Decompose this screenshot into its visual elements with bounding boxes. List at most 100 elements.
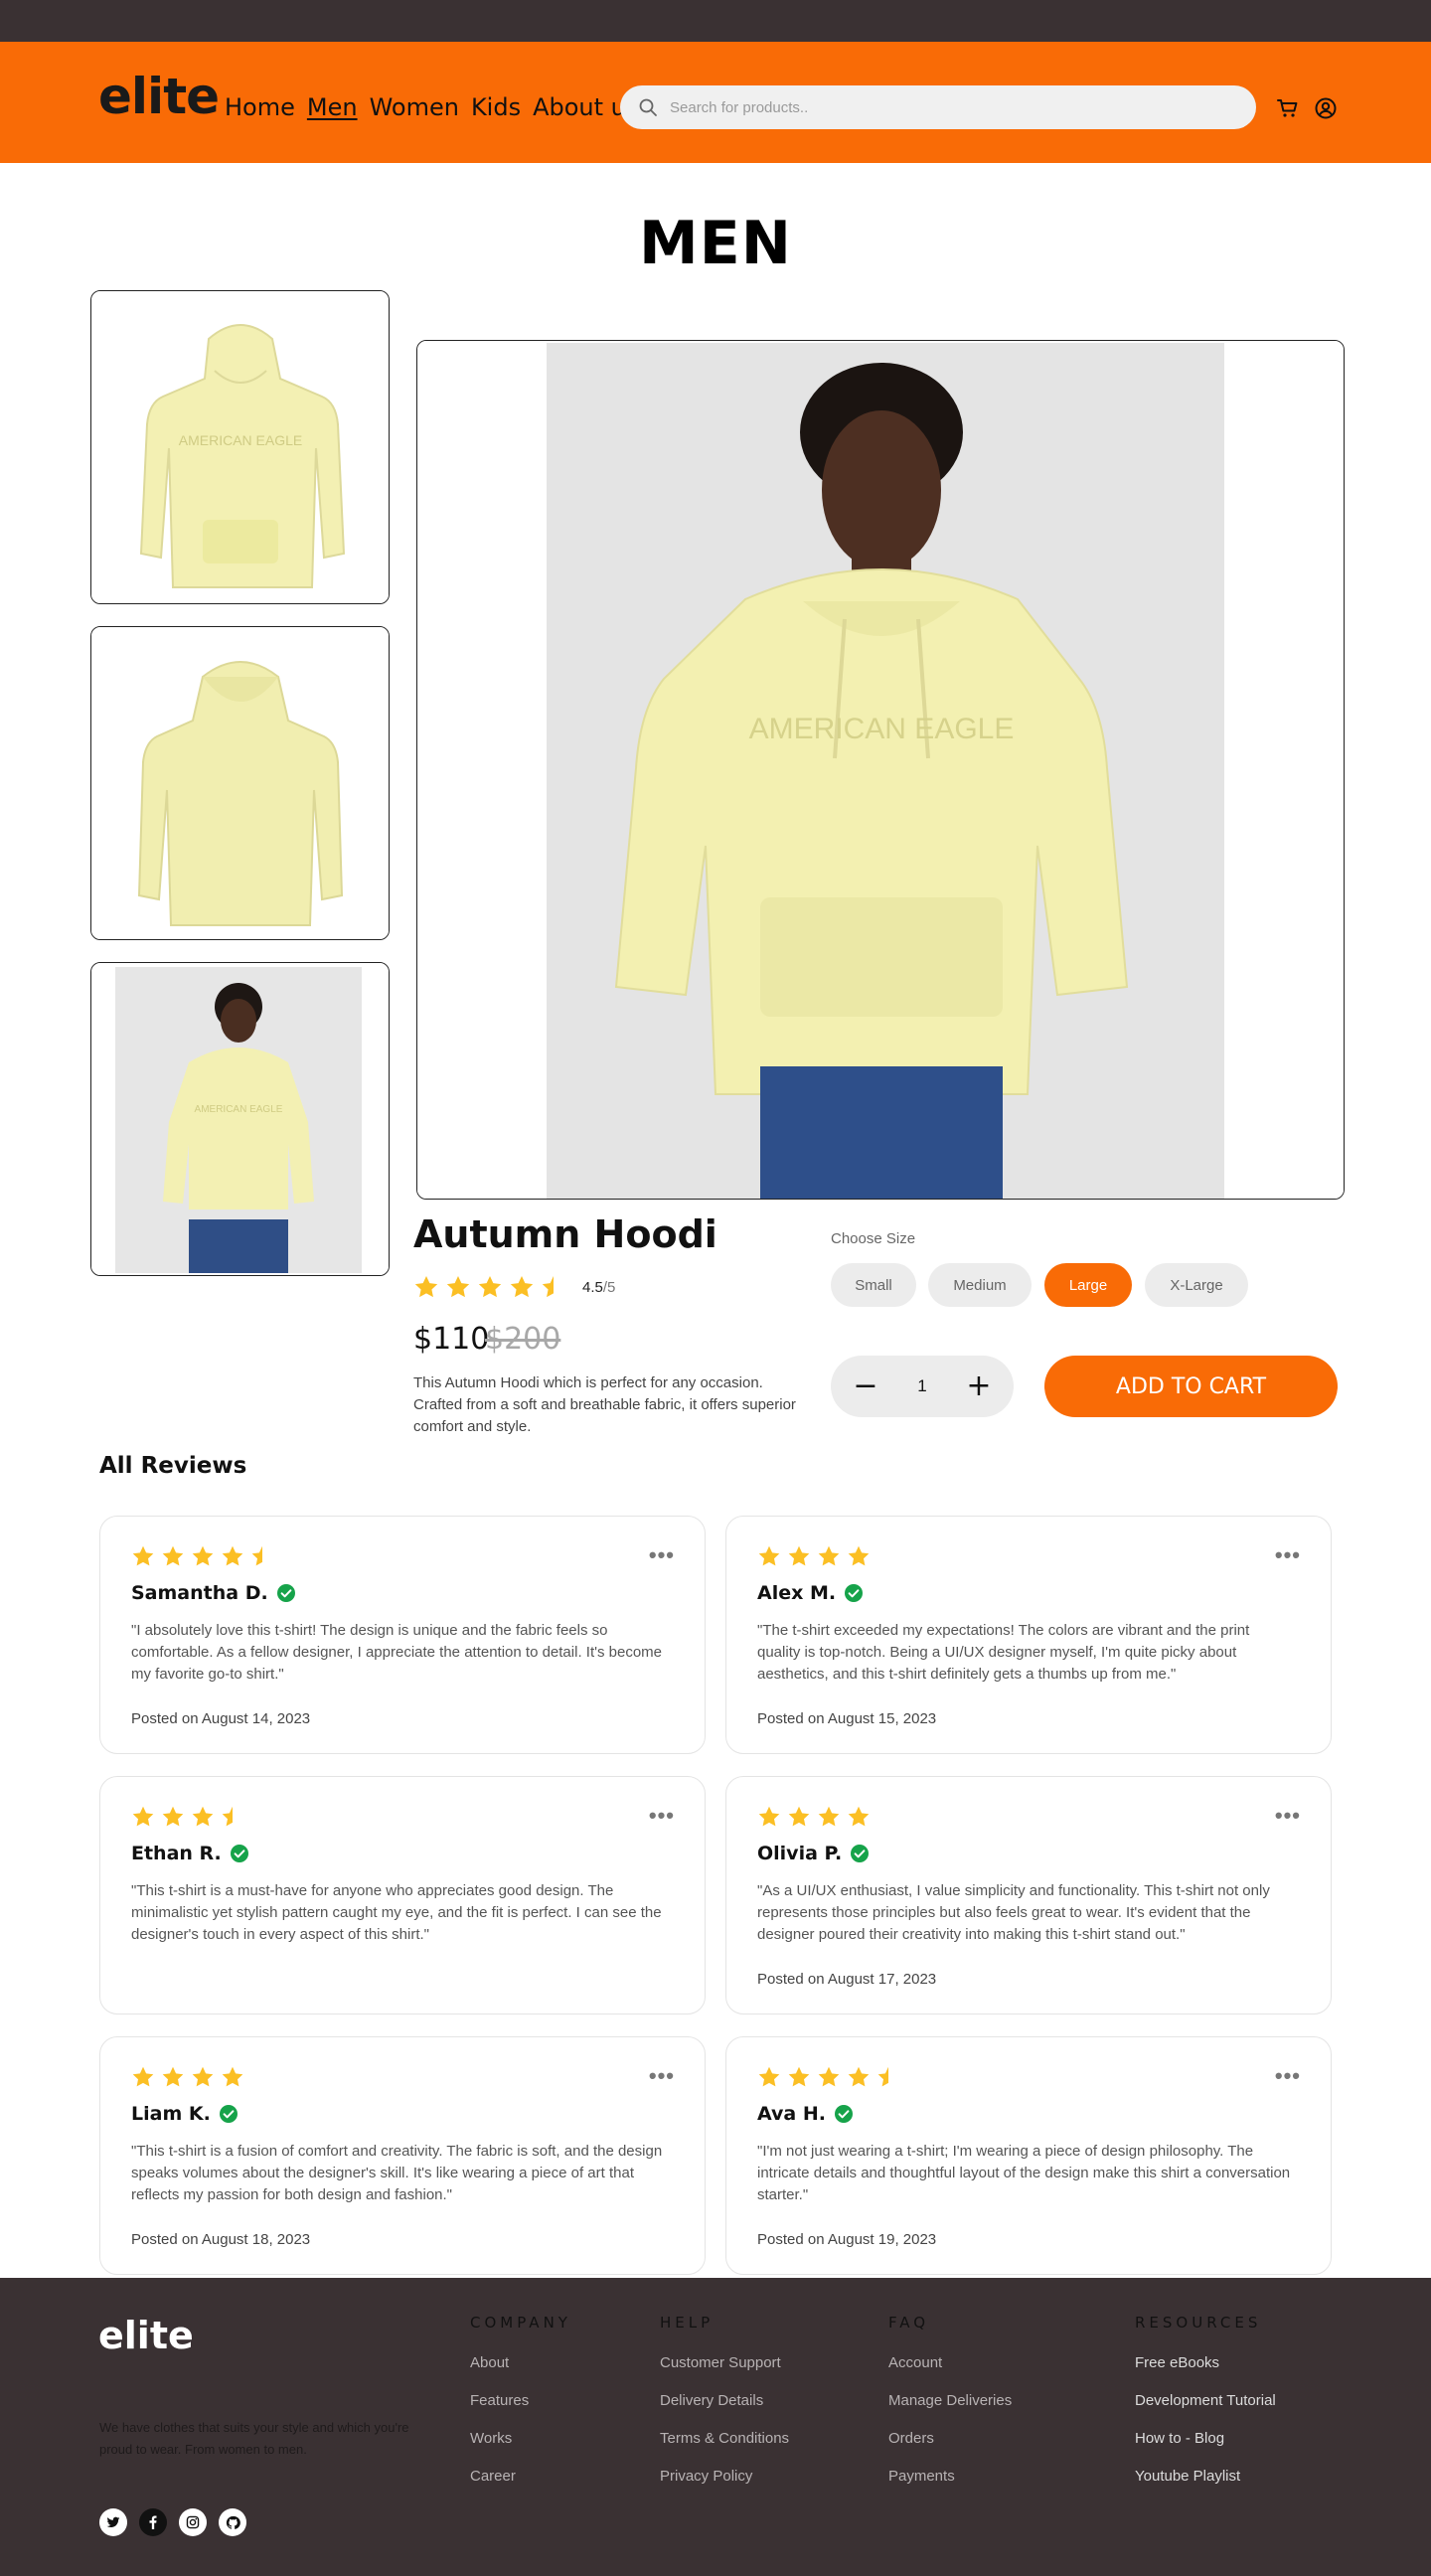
verified-icon xyxy=(219,2105,238,2123)
page-title: MEN xyxy=(639,209,792,278)
thumbnail-front[interactable]: AMERICAN EAGLE xyxy=(90,290,390,604)
footer-link[interactable]: Delivery Details xyxy=(660,2391,789,2411)
size-large-button[interactable]: Large xyxy=(1044,1263,1132,1307)
star-icon xyxy=(192,1806,214,1827)
more-options-icon[interactable]: ••• xyxy=(1275,1803,1301,1829)
footer-col-help: HELP Customer Support Delivery Details T… xyxy=(660,2314,789,2504)
increase-quantity-button[interactable]: + xyxy=(964,1371,994,1401)
more-options-icon[interactable]: ••• xyxy=(649,2063,675,2089)
star-icon xyxy=(788,1545,810,1566)
nav-men[interactable]: Men xyxy=(307,93,358,122)
star-icon xyxy=(414,1275,438,1298)
cart-icon[interactable] xyxy=(1276,96,1300,120)
footer-link[interactable]: Features xyxy=(470,2391,571,2411)
footer-link[interactable]: Manage Deliveries xyxy=(888,2391,1012,2411)
main-product-image: AMERICAN EAGLE xyxy=(416,340,1345,1200)
footer-link[interactable]: Free eBooks xyxy=(1135,2353,1276,2373)
top-bar xyxy=(0,0,1431,42)
half-star-icon xyxy=(222,1806,233,1827)
nav-home[interactable]: Home xyxy=(225,93,295,122)
footer-link[interactable]: Youtube Playlist xyxy=(1135,2467,1276,2487)
product-old-price: $200 xyxy=(485,1322,561,1357)
star-icon xyxy=(192,2066,214,2087)
more-options-icon[interactable]: ••• xyxy=(649,1803,675,1829)
more-options-icon[interactable]: ••• xyxy=(1275,1542,1301,1568)
footer-col-company: COMPANY About Features Works Career xyxy=(470,2314,571,2504)
reviewer-name-text: Liam K. xyxy=(131,2103,211,2125)
star-icon xyxy=(818,2066,840,2087)
reviewer-name-text: Samantha D. xyxy=(131,1582,268,1604)
footer-link[interactable]: Account xyxy=(888,2353,1012,2373)
footer-link[interactable]: Orders xyxy=(888,2429,1012,2449)
footer-link[interactable]: Development Tutorial xyxy=(1135,2391,1276,2411)
star-icon xyxy=(222,2066,243,2087)
footer-link[interactable]: Career xyxy=(470,2467,571,2487)
size-medium-button[interactable]: Medium xyxy=(928,1263,1032,1307)
more-options-icon[interactable]: ••• xyxy=(649,1542,675,1568)
verified-icon xyxy=(230,1845,248,1862)
footer-col-title: HELP xyxy=(660,2314,715,2332)
nav-kids[interactable]: Kids xyxy=(471,93,521,122)
decrease-quantity-button[interactable]: − xyxy=(851,1371,880,1401)
rating-stars xyxy=(413,1274,572,1300)
star-icon xyxy=(478,1275,502,1298)
star-icon xyxy=(510,1275,534,1298)
reviewer-name-text: Ethan R. xyxy=(131,1843,222,1864)
review-date: Posted on August 19, 2023 xyxy=(757,2231,937,2248)
star-icon xyxy=(818,1545,840,1566)
review-card: ••• Liam K. "This t-shirt is a fusion of c… xyxy=(99,2036,706,2275)
hoodie-front-image: AMERICAN EAGLE xyxy=(91,291,389,603)
review-text: "The t-shirt exceeded my expectations! T… xyxy=(757,1622,1250,1683)
reviewer-name: Alex M. xyxy=(757,1582,864,1604)
svg-text:AMERICAN EAGLE: AMERICAN EAGLE xyxy=(179,432,302,448)
user-icon[interactable] xyxy=(1314,96,1338,120)
footer-link[interactable]: Payments xyxy=(888,2467,1012,2487)
hoodie-back-image xyxy=(91,627,389,939)
product-rating: 4.5/5 xyxy=(413,1274,615,1300)
footer-link[interactable]: About xyxy=(470,2353,571,2373)
nav-women[interactable]: Women xyxy=(370,93,459,122)
footer-tagline: We have clothes that suits your style an… xyxy=(99,2420,409,2457)
review-stars xyxy=(757,1544,876,1568)
instagram-icon[interactable] xyxy=(179,2508,207,2536)
footer-link[interactable]: Works xyxy=(470,2429,571,2449)
more-options-icon[interactable]: ••• xyxy=(1275,2063,1301,2089)
product-description: This Autumn Hoodi which is perfect for a… xyxy=(413,1374,796,1435)
review-stars xyxy=(131,2065,250,2089)
search-bar xyxy=(620,85,1256,129)
github-icon[interactable] xyxy=(219,2508,246,2536)
star-icon xyxy=(848,2066,870,2087)
footer-col-resources: RESOURCES Free eBooks Development Tutori… xyxy=(1135,2314,1276,2504)
footer-link[interactable]: Terms & Conditions xyxy=(660,2429,789,2449)
footer-link[interactable]: Privacy Policy xyxy=(660,2467,789,2487)
review-card: ••• Ava H. "I'm not just wearing a t-shirt… xyxy=(725,2036,1332,2275)
logo[interactable]: elite xyxy=(98,72,220,121)
star-icon xyxy=(788,1806,810,1827)
half-star-icon xyxy=(877,2066,888,2087)
search-icon xyxy=(639,98,657,116)
size-small-button[interactable]: Small xyxy=(831,1263,916,1307)
reviewer-name: Samantha D. xyxy=(131,1582,296,1604)
rating-max: /5 xyxy=(602,1278,616,1296)
size-xlarge-button[interactable]: X-Large xyxy=(1145,1263,1248,1307)
star-icon xyxy=(848,1545,870,1566)
footer-link[interactable]: Customer Support xyxy=(660,2353,789,2373)
review-text: "This t-shirt is a must-have for anyone … xyxy=(131,1882,662,1943)
thumbnail-model[interactable]: AMERICAN EAGLE xyxy=(90,962,390,1276)
footer-link[interactable]: How to - Blog xyxy=(1135,2429,1276,2449)
search-input[interactable] xyxy=(670,98,1226,116)
twitter-icon[interactable] xyxy=(99,2508,127,2536)
facebook-icon[interactable] xyxy=(139,2508,167,2536)
site-footer: elite We have clothes that suits your st… xyxy=(0,2278,1431,2576)
reviewer-name: Ava H. xyxy=(757,2103,854,2125)
verified-icon xyxy=(851,1845,870,1862)
footer-logo[interactable]: elite xyxy=(98,2314,194,2357)
product-price: $110 xyxy=(413,1322,490,1357)
reviewer-name-text: Ava H. xyxy=(757,2103,826,2125)
reviewer-name: Ethan R. xyxy=(131,1843,249,1864)
review-date: Posted on August 17, 2023 xyxy=(757,1971,937,1988)
star-icon xyxy=(132,1806,154,1827)
review-date: Posted on August 14, 2023 xyxy=(131,1710,311,1727)
add-to-cart-button[interactable]: ADD TO CART xyxy=(1044,1356,1338,1417)
thumbnail-back[interactable] xyxy=(90,626,390,940)
